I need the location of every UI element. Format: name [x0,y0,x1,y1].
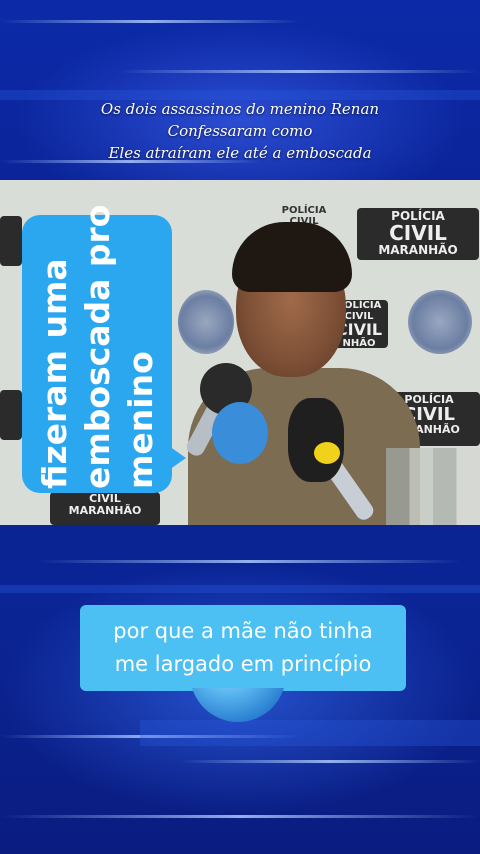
backdrop-logo-text: CIVIL MARANHÃO [50,493,160,516]
caption-line: Eles atraíram ele até a emboscada [108,144,372,162]
pixelated-area [386,448,480,525]
backdrop-text: CIVIL [89,492,121,505]
caption-line: Confessaram como [167,122,313,140]
backdrop-text: MARANHÃO [68,503,142,517]
bubble-line: fizeram uma [34,258,74,489]
backdrop-logo [0,390,22,440]
backdrop-text: CIVIL [389,220,447,245]
backdrop-text: MARANHÃO [378,242,458,257]
caption-line: Os dois assassinos do menino Renan [100,100,380,118]
tv-logo-icon [314,442,340,464]
light-streak [40,560,460,563]
caption: Os dois assassinos do menino Renan Confe… [60,98,420,164]
light-streak [0,815,480,818]
bubble-line: emboscada pro [77,204,117,489]
light-band [0,585,480,593]
light-streak [180,760,480,763]
person-hair [232,222,352,292]
globe-icon [190,688,286,722]
light-streak [120,70,480,73]
speech-bubble-text: fizeram uma emboscada pro menino [22,204,172,489]
light-streak [0,20,300,23]
light-band [140,720,480,746]
subtitle-box: por que a mãe não tinha me largado em pr… [80,605,406,691]
subtitle-line: me largado em princípio [114,652,372,676]
microphone-icon [288,398,344,482]
microphone-icon [212,402,268,464]
subtitle-line: por que a mãe não tinha [113,619,373,643]
police-seal-icon [178,290,234,354]
subtitle-text: por que a mãe não tinha me largado em pr… [80,615,406,681]
police-seal-icon [408,290,472,354]
backdrop-logo [0,216,22,266]
bubble-line: menino [120,351,160,489]
backdrop-logo-text: POLÍCIA CIVIL MARANHÃO [360,210,476,256]
